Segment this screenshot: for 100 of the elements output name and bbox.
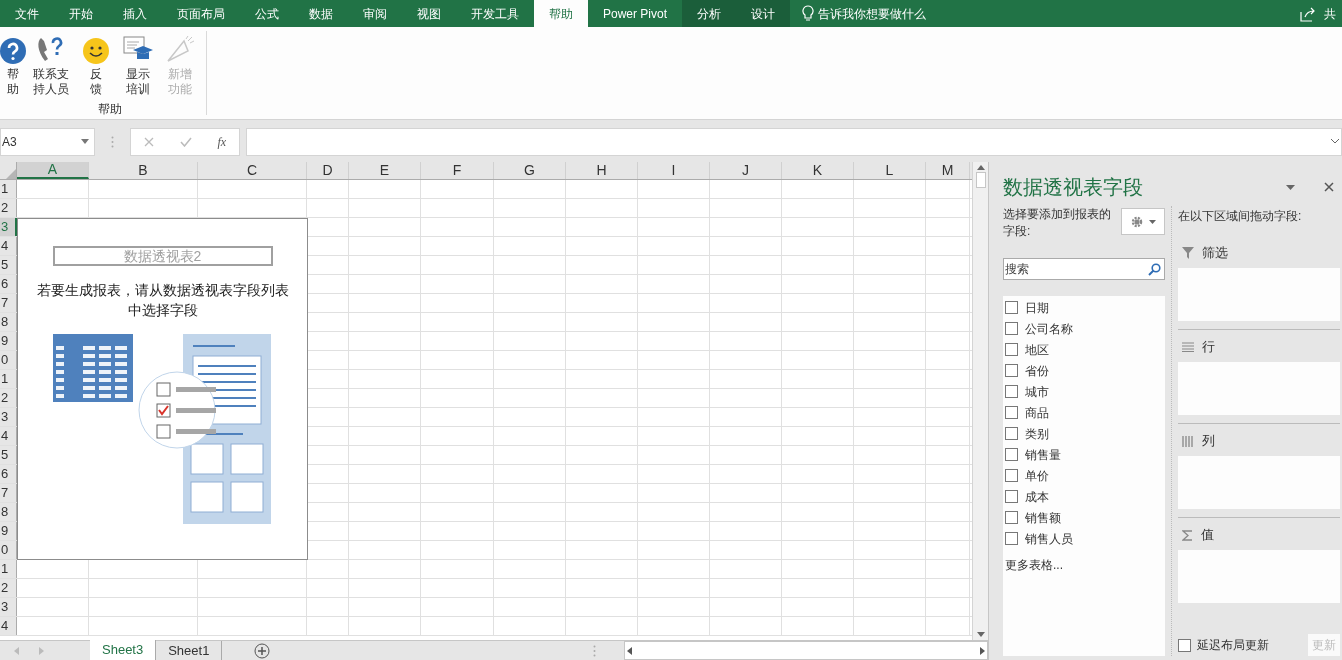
ribbon-tab[interactable]: 审阅 (348, 0, 402, 27)
ribbon-tab[interactable]: 设计 (736, 0, 791, 27)
scroll-right-icon[interactable] (980, 646, 985, 655)
field-label[interactable]: 销售量 (1025, 445, 1061, 464)
field-checkbox[interactable] (1005, 385, 1018, 398)
field-checkbox[interactable] (1005, 406, 1018, 419)
row-header[interactable]: 3 (0, 598, 17, 616)
row-header[interactable]: 4 (0, 617, 17, 635)
field-checkbox[interactable] (1005, 364, 1018, 377)
row-header[interactable]: 3 (0, 408, 17, 426)
ribbon-tab[interactable]: 数据 (294, 0, 348, 27)
ribbon-button[interactable]: 反 馈 (76, 31, 116, 97)
row-header[interactable]: 2 (0, 199, 17, 217)
ribbon-tab[interactable]: 开始 (54, 0, 108, 27)
row-header[interactable]: 6 (0, 465, 17, 483)
search-field[interactable]: 搜索 (1005, 260, 1125, 278)
field-label[interactable]: 城市 (1025, 382, 1049, 401)
column-header[interactable]: H (566, 162, 638, 179)
column-header[interactable]: E (349, 162, 421, 179)
share-button[interactable]: 共 (1290, 0, 1342, 27)
column-header[interactable]: D (307, 162, 349, 179)
field-label[interactable]: 成本 (1025, 487, 1049, 506)
vertical-scrollbar[interactable] (972, 162, 988, 640)
scroll-thumb[interactable] (975, 172, 986, 188)
row-header[interactable]: 9 (0, 522, 17, 540)
ribbon-tab[interactable]: 页面布局 (162, 0, 240, 27)
ribbon-tab[interactable]: Power Pivot (588, 0, 683, 27)
field-label[interactable]: 销售额 (1025, 508, 1061, 527)
column-header[interactable]: I (638, 162, 710, 179)
row-header[interactable]: 0 (0, 541, 17, 559)
column-header[interactable]: K (782, 162, 854, 179)
ribbon-tab[interactable]: 帮助 (534, 0, 588, 27)
column-header[interactable]: B (89, 162, 198, 179)
field-label[interactable]: 类别 (1025, 424, 1049, 443)
add-sheet-icon[interactable] (254, 642, 271, 659)
close-icon[interactable] (1324, 182, 1334, 192)
field-checkbox[interactable] (1005, 469, 1018, 482)
defer-update-label[interactable]: 延迟布局更新 (1197, 636, 1269, 654)
field-checkbox[interactable] (1005, 448, 1018, 461)
row-header[interactable]: 6 (0, 275, 17, 293)
column-header[interactable]: G (494, 162, 566, 179)
row-header[interactable]: 5 (0, 256, 17, 274)
field-label[interactable]: 地区 (1025, 340, 1049, 359)
ribbon-button[interactable]: 帮 助 (0, 31, 26, 97)
ribbon-tab[interactable]: 文件 (0, 0, 54, 27)
column-header[interactable]: M (926, 162, 970, 179)
row-header[interactable]: 7 (0, 484, 17, 502)
field-label[interactable]: 省份 (1025, 361, 1049, 380)
ribbon-button[interactable]: 联系支 持人员 (28, 31, 74, 97)
sheet-tab[interactable]: Sheet1 (156, 641, 223, 660)
row-header[interactable]: 9 (0, 332, 17, 350)
pivot-placeholder[interactable]: 数据透视表2 若要生成报表，请从数据透视表字段列表中选择字段 (17, 218, 308, 560)
ribbon-button[interactable]: 显示 培训 (118, 31, 158, 97)
row-header[interactable]: 3 (0, 218, 17, 236)
scroll-down-icon[interactable] (976, 632, 985, 638)
field-label[interactable]: 公司名称 (1025, 319, 1073, 338)
row-header[interactable]: 4 (0, 237, 17, 255)
scroll-up-icon[interactable] (976, 164, 985, 170)
formula-input[interactable] (246, 127, 1342, 156)
field-checkbox[interactable] (1005, 532, 1018, 545)
ribbon-tab[interactable]: 分析 (682, 0, 737, 27)
column-header[interactable]: A (17, 162, 89, 179)
field-checkbox[interactable] (1005, 343, 1018, 356)
more-tables-link[interactable]: 更多表格... (1005, 556, 1165, 574)
row-header[interactable]: 4 (0, 427, 17, 445)
field-label[interactable]: 单价 (1025, 466, 1049, 485)
horizontal-scrollbar[interactable] (624, 641, 988, 660)
field-checkbox[interactable] (1005, 490, 1018, 503)
row-header[interactable]: 1 (0, 180, 17, 198)
ribbon-tab[interactable]: 视图 (402, 0, 456, 27)
field-label[interactable]: 日期 (1025, 298, 1049, 317)
row-header[interactable]: 8 (0, 503, 17, 521)
scroll-left-icon[interactable] (627, 646, 632, 655)
row-header[interactable]: 0 (0, 351, 17, 369)
row-header[interactable]: 2 (0, 579, 17, 597)
row-header[interactable]: 8 (0, 313, 17, 331)
column-header[interactable]: C (198, 162, 307, 179)
row-header[interactable]: 2 (0, 389, 17, 407)
sheet-tab[interactable]: Sheet3 (90, 640, 157, 660)
ribbon-tab[interactable]: 公式 (240, 0, 294, 27)
field-search[interactable]: 搜索 (1003, 258, 1165, 280)
field-checkbox[interactable] (1005, 301, 1018, 314)
ribbon-tab[interactable]: 插入 (108, 0, 162, 27)
row-header[interactable]: 7 (0, 294, 17, 312)
column-header[interactable]: L (854, 162, 926, 179)
defer-checkbox[interactable] (1178, 638, 1191, 652)
check-icon[interactable] (179, 136, 192, 147)
field-label[interactable]: 销售人员 (1025, 529, 1073, 548)
tell-me-search[interactable]: 告诉我你想要做什么 (802, 0, 927, 27)
field-settings-button[interactable] (1121, 208, 1165, 235)
pane-options-caret-icon[interactable] (1286, 184, 1295, 190)
row-header[interactable]: 1 (0, 370, 17, 388)
row-header[interactable]: 5 (0, 446, 17, 464)
insert-function-button[interactable]: fx (217, 132, 227, 151)
field-checkbox[interactable] (1005, 511, 1018, 524)
name-box[interactable]: A3 (0, 127, 95, 156)
ribbon-tab[interactable]: 开发工具 (456, 0, 534, 27)
field-checkbox[interactable] (1005, 427, 1018, 440)
column-header[interactable]: J (710, 162, 782, 179)
field-label[interactable]: 商品 (1025, 403, 1049, 422)
